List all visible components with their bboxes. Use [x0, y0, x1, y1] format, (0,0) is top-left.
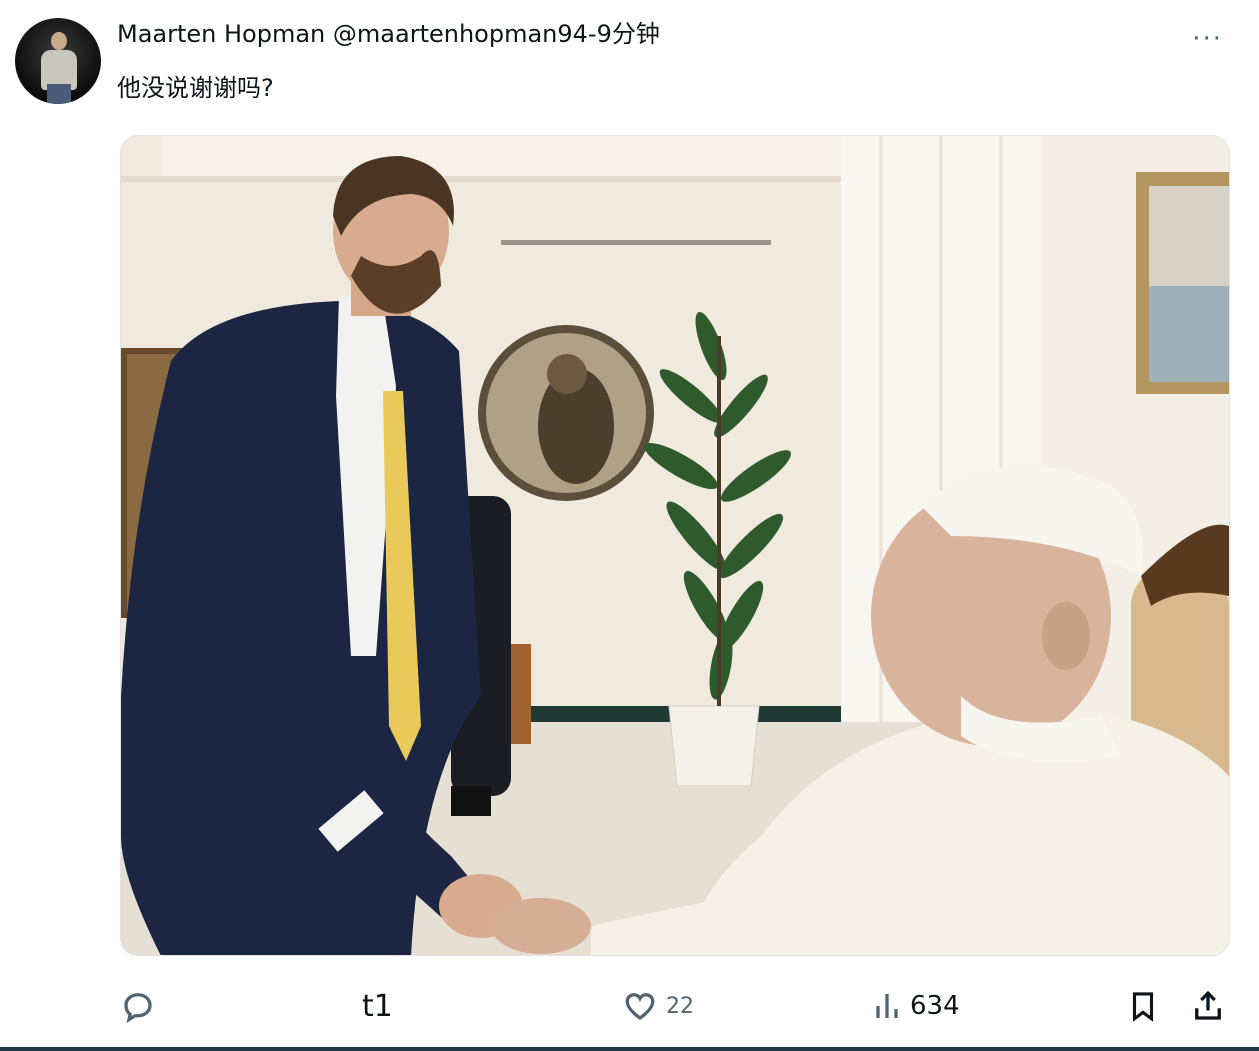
- avatar-legs: [47, 84, 71, 104]
- like-count: 22: [666, 993, 694, 1019]
- share-button[interactable]: [1190, 982, 1226, 1030]
- more-options-button[interactable]: ···: [1192, 24, 1223, 54]
- like-button[interactable]: 22: [622, 982, 694, 1030]
- heart-icon: [625, 993, 655, 1020]
- views-count: 634: [910, 991, 960, 1021]
- post-header: Maarten Hopman @maartenhopman94-9分钟: [117, 16, 660, 52]
- photo-illustration: [121, 136, 1229, 955]
- author-name[interactable]: Maarten Hopman: [117, 20, 325, 48]
- bookmark-icon: [1132, 992, 1154, 1022]
- views-button[interactable]: 634: [872, 982, 960, 1030]
- post-image[interactable]: [120, 135, 1230, 956]
- retweet-icon: t1: [362, 988, 393, 1024]
- views-icon: [876, 994, 898, 1018]
- avatar[interactable]: [15, 18, 101, 104]
- action-bar: t1 22 634: [0, 982, 1259, 1030]
- retweet-button[interactable]: t1: [362, 982, 393, 1030]
- bookmark-button[interactable]: [1126, 982, 1160, 1030]
- post-text: 他没说谢谢吗?: [117, 74, 274, 102]
- reply-icon: [124, 993, 152, 1024]
- avatar-head: [51, 32, 67, 50]
- bottom-divider: [0, 1047, 1259, 1051]
- share-icon: [1195, 990, 1221, 1020]
- author-handle-time[interactable]: @maartenhopman94-9分钟: [333, 20, 660, 48]
- reply-button[interactable]: [120, 982, 164, 1030]
